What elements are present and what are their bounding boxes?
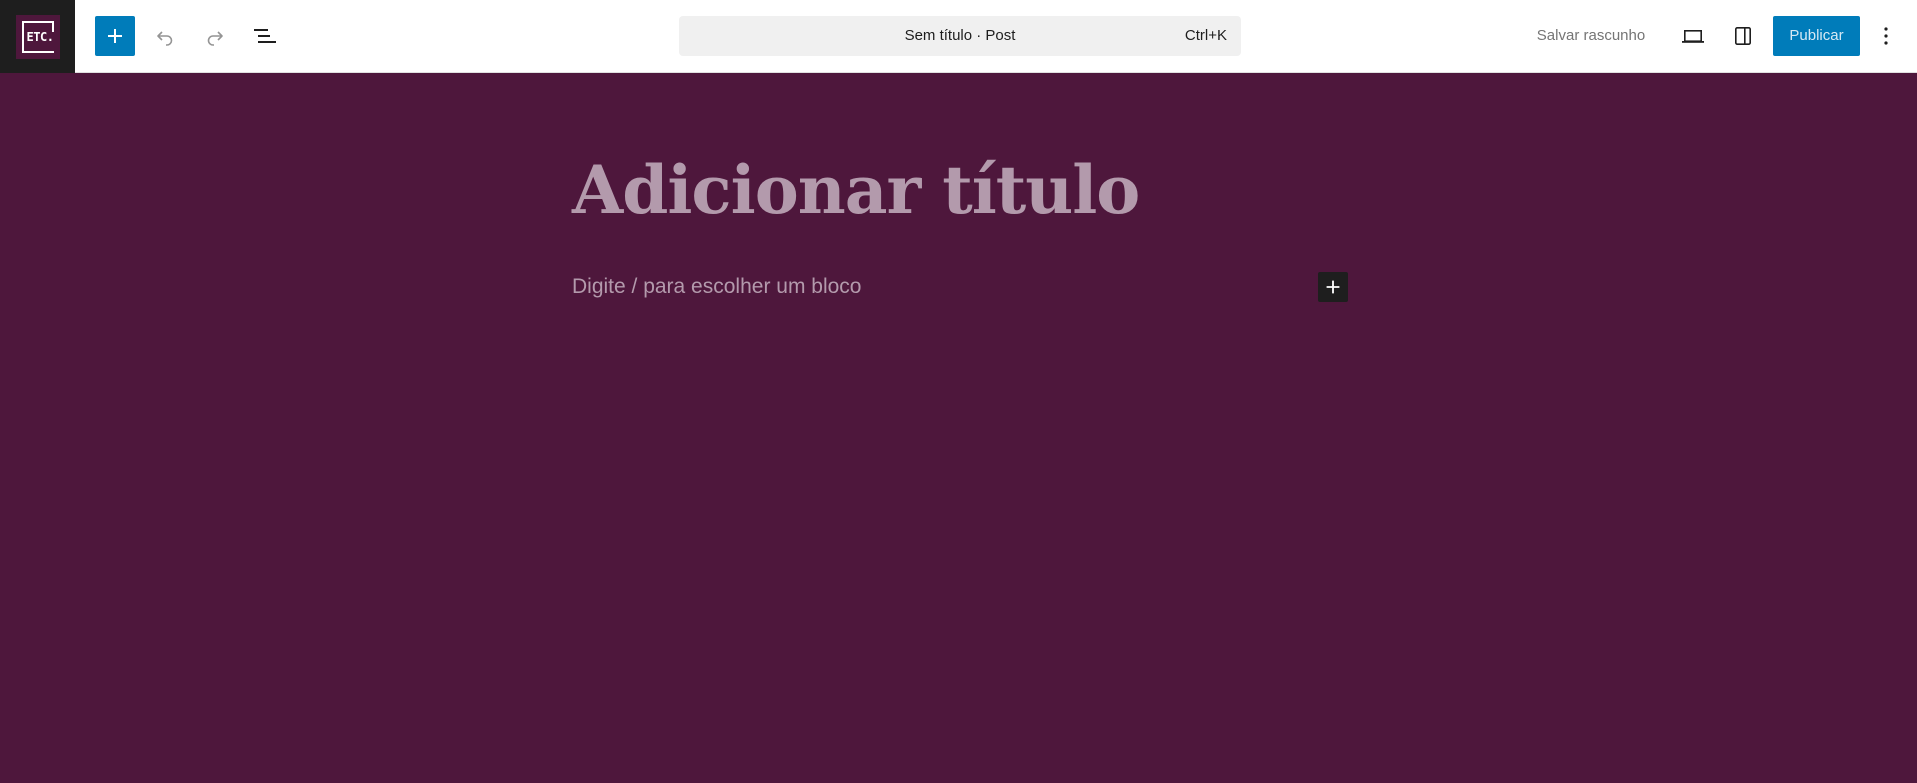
document-title: Sem título · Post bbox=[904, 27, 1016, 44]
more-vertical-icon bbox=[1884, 27, 1888, 45]
redo-icon bbox=[207, 31, 223, 46]
plus-icon bbox=[1326, 280, 1340, 294]
undo-icon bbox=[157, 31, 173, 46]
editor-header: ETC. Sem título · Post Ctrl+K Salvar ras… bbox=[0, 0, 1917, 73]
editor-canvas: Adicionar título Digite / para escolher … bbox=[0, 73, 1917, 783]
logo-frame: ETC. bbox=[21, 20, 54, 53]
post-title-input[interactable]: Adicionar título bbox=[572, 151, 1140, 229]
command-palette-button[interactable]: Sem título · Post Ctrl+K bbox=[679, 16, 1241, 56]
settings-button[interactable] bbox=[1723, 16, 1763, 56]
sidebar-icon bbox=[1735, 26, 1751, 45]
options-button[interactable] bbox=[1871, 16, 1901, 56]
document-overview-button[interactable] bbox=[245, 16, 285, 56]
block-inserter-toggle-button[interactable] bbox=[95, 16, 135, 56]
plus-icon bbox=[108, 29, 122, 43]
desktop-icon bbox=[1682, 30, 1704, 43]
publish-button[interactable]: Publicar bbox=[1773, 16, 1860, 56]
redo-button[interactable] bbox=[195, 16, 235, 56]
list-view-icon bbox=[254, 29, 276, 43]
site-logo-button[interactable]: ETC. bbox=[0, 0, 75, 73]
add-block-button[interactable] bbox=[1318, 272, 1348, 302]
undo-button[interactable] bbox=[145, 16, 185, 56]
keyboard-shortcut-hint: Ctrl+K bbox=[1184, 27, 1227, 44]
preview-button[interactable] bbox=[1673, 16, 1713, 56]
save-draft-button[interactable]: Salvar rascunho bbox=[1530, 16, 1652, 56]
site-logo: ETC. bbox=[15, 14, 60, 59]
logo-text: ETC. bbox=[26, 29, 54, 44]
default-block-appender[interactable]: Digite / para escolher um bloco bbox=[572, 275, 861, 299]
